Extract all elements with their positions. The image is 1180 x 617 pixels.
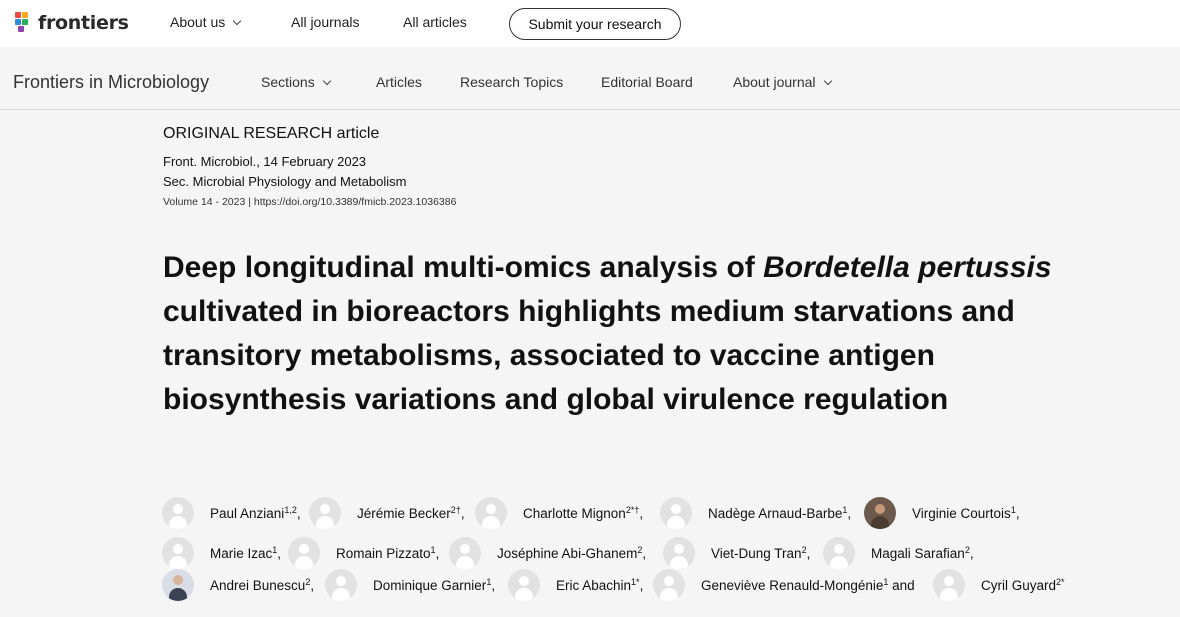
author-name: Paul Anziani1,2, (210, 505, 301, 521)
author-name: Magali Sarafian2, (871, 545, 974, 561)
avatar-placeholder-icon (449, 537, 481, 569)
avatar-placeholder-icon (162, 497, 194, 529)
journal-navigation: Frontiers in Microbiology Sections Artic… (0, 55, 1180, 110)
frontiers-logo-icon (15, 12, 34, 34)
author-name: Geneviève Renauld-Mongénie1 and (701, 577, 915, 593)
article-type: ORIGINAL RESEARCH article (163, 125, 380, 142)
author-item[interactable]: Jérémie Becker2†, (309, 497, 465, 529)
title-text-2: cultivated in bioreactors highlights med… (163, 295, 1015, 416)
author-item[interactable]: Joséphine Abi-Ghanem2, (449, 537, 646, 569)
author-name: Cyril Guyard2* (981, 577, 1065, 593)
journal-nav-research-topics[interactable]: Research Topics (460, 74, 563, 90)
author-name: Viet-Dung Tran2, (711, 545, 811, 561)
author-name: Charlotte Mignon2*†, (523, 505, 644, 521)
nav-about-us-label: About us (170, 14, 226, 30)
author-name: Romain Pizzato1, (336, 545, 440, 561)
avatar-placeholder-icon (933, 569, 965, 601)
title-text-1: Deep longitudinal multi-omics analysis o… (163, 251, 764, 284)
avatar-placeholder-icon (309, 497, 341, 529)
author-name: Marie Izac1, (210, 545, 282, 561)
author-item[interactable]: Nadège Arnaud-Barbe1, (660, 497, 851, 529)
author-item[interactable]: Andrei Bunescu2, (162, 569, 314, 601)
author-item[interactable]: Geneviève Renauld-Mongénie1 and (653, 569, 915, 601)
avatar-placeholder-icon (475, 497, 507, 529)
author-name: Dominique Garnier1, (373, 577, 496, 593)
avatar-placeholder-icon (660, 497, 692, 529)
author-item[interactable]: Cyril Guyard2* (933, 569, 1065, 601)
journal-nav-editorial-board[interactable]: Editorial Board (601, 74, 693, 90)
author-item[interactable]: Charlotte Mignon2*†, (475, 497, 643, 529)
author-item[interactable]: Paul Anziani1,2, (162, 497, 301, 529)
author-item[interactable]: Marie Izac1, (162, 537, 281, 569)
article-citation: Front. Microbiol., 14 February 2023 (163, 154, 367, 169)
avatar-placeholder-icon (288, 537, 320, 569)
author-item[interactable]: Romain Pizzato1, (288, 537, 439, 569)
author-name: Andrei Bunescu2, (210, 577, 315, 593)
article-volume-doi[interactable]: Volume 14 - 2023 | https://doi.org/10.33… (163, 196, 456, 208)
frontiers-logo[interactable]: frontiers (15, 10, 129, 36)
submit-research-button[interactable]: Submit your research (509, 8, 681, 40)
journal-nav-sections[interactable]: Sections (261, 74, 331, 90)
author-item[interactable]: Dominique Garnier1, (325, 569, 495, 601)
avatar-placeholder-icon (663, 537, 695, 569)
avatar-placeholder-icon (325, 569, 357, 601)
author-name: Nadège Arnaud-Barbe1, (708, 505, 852, 521)
journal-nav-about-journal[interactable]: About journal (733, 74, 832, 90)
nav-all-journals[interactable]: All journals (291, 14, 359, 30)
journal-nav-sections-label: Sections (261, 74, 315, 90)
chevron-down-icon (322, 76, 331, 86)
avatar-placeholder-icon (162, 537, 194, 569)
author-item[interactable]: Eric Abachin1*, (508, 569, 643, 601)
chevron-down-icon (233, 16, 242, 26)
logo-text: frontiers (38, 12, 129, 34)
avatar-placeholder-icon (823, 537, 855, 569)
author-name: Joséphine Abi-Ghanem2, (497, 545, 647, 561)
title-species-italic: Bordetella pertussis (763, 251, 1052, 284)
author-item[interactable]: Virginie Courtois1, (864, 497, 1020, 529)
nav-all-articles[interactable]: All articles (403, 14, 467, 30)
author-photo-avatar (864, 497, 896, 529)
author-item[interactable]: Magali Sarafian2, (823, 537, 974, 569)
chevron-down-icon (823, 76, 832, 86)
author-name: Jérémie Becker2†, (357, 505, 465, 521)
article-title: Deep longitudinal multi-omics analysis o… (163, 246, 1093, 422)
journal-title-link[interactable]: Frontiers in Microbiology (13, 72, 209, 93)
author-item[interactable]: Viet-Dung Tran2, (663, 537, 810, 569)
avatar-placeholder-icon (653, 569, 685, 601)
avatar-placeholder-icon (508, 569, 540, 601)
nav-about-us[interactable]: About us (170, 14, 242, 30)
author-name: Virginie Courtois1, (912, 505, 1020, 521)
author-photo-avatar (162, 569, 194, 601)
journal-nav-about-journal-label: About journal (733, 74, 816, 90)
article-section[interactable]: Sec. Microbial Physiology and Metabolism (163, 174, 407, 189)
author-name: Eric Abachin1*, (556, 577, 644, 593)
journal-nav-articles[interactable]: Articles (376, 74, 422, 90)
top-navigation: frontiers About us All journals All arti… (0, 0, 1180, 47)
